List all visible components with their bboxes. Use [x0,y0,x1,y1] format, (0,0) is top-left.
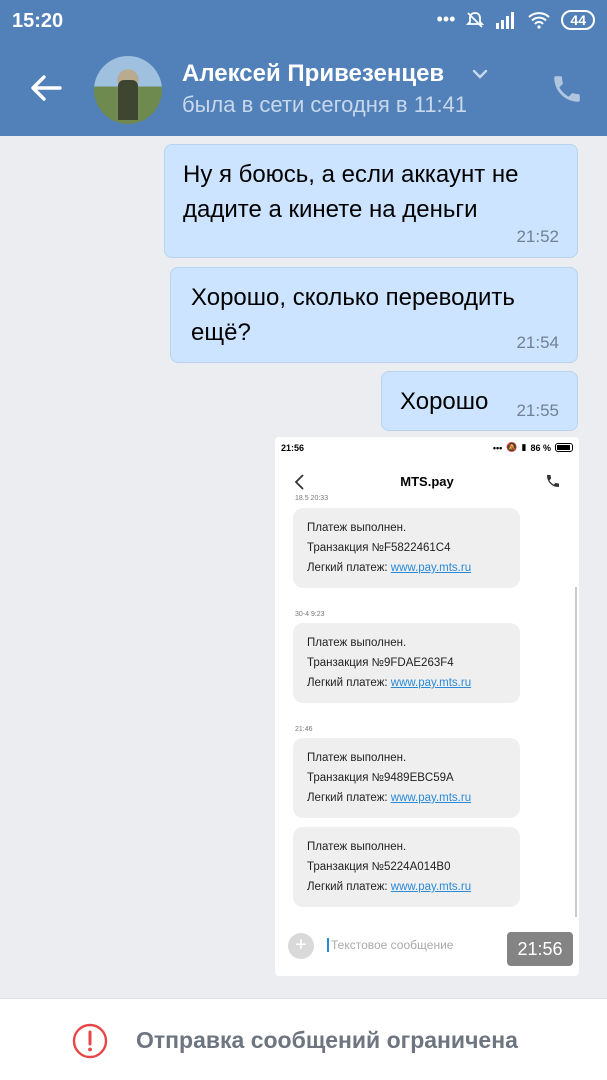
sms-line: Транзакция №9489EBC59A [307,772,454,784]
plus-icon: + [288,933,314,959]
sms-label: Легкий платеж: [307,562,391,574]
warning-icon [72,1023,108,1059]
message-text: Хорошо, сколько переводить ещё? [191,284,515,346]
signal-icon [496,11,515,29]
battery-indicator: 44 [561,9,595,30]
sms-line: Платеж выполнен. [307,522,407,534]
message-time: 21:55 [516,401,559,420]
sms-bubble: Платеж выполнен. Транзакция №5224A014B0 … [293,827,520,907]
sms-date: 30-4 9:23 [295,611,325,618]
image-attachment[interactable]: 21:56 ••• 🔕 ▮ 86 % MTS.pay 18.5 20:33 Пл… [275,437,579,976]
avatar-figure [118,80,138,120]
avatar[interactable] [94,56,162,124]
phone-icon [547,475,559,487]
sms-line: Транзакция №5224A014B0 [307,861,451,873]
muted-bell-icon: 🔕 [506,442,518,452]
message-time: 21:52 [516,227,559,246]
chevron-down-icon[interactable] [470,64,490,84]
sms-bubble: Платеж выполнен. Транзакция №9489EBC59A … [293,738,520,818]
battery-icon [555,443,573,452]
status-bar: 15:20 ••• 44 [0,0,607,42]
screenshot-status-icons: ••• 🔕 ▮ 86 % [493,442,573,453]
dots-icon: ••• [436,9,456,29]
sms-link: www.pay.mts.ru [390,881,472,893]
phone-icon[interactable] [550,72,584,106]
back-arrow-icon[interactable] [26,68,66,108]
screenshot-title: MTS.pay [400,474,454,489]
message-text: Ну я боюсь, а если аккаунт не дадите а к… [183,161,519,223]
sms-line: Транзакция №F5822461C4 [307,542,451,554]
sms-line: Легкий платеж: www.pay.mts.ru [307,788,506,808]
screenshot-status-bar: 21:56 ••• 🔕 ▮ 86 % [275,437,579,459]
message-bubble[interactable]: Хорошо 21:55 [381,371,578,431]
sms-label: Легкий платеж: [307,792,391,804]
screenshot-battery-text: 86 % [530,442,551,453]
screenshot-input-placeholder: Текстовое сообщение [327,938,453,952]
sms-line: Платеж выполнен. [307,637,407,649]
sms-label: Легкий платеж: [307,881,391,893]
sms-line: Легкий платеж: www.pay.mts.ru [307,673,506,693]
sms-bubble: Платеж выполнен. Транзакция №F5822461C4 … [293,508,520,588]
screenshot-status-time: 21:56 [281,443,305,453]
sms-line: Платеж выполнен. [307,841,407,853]
dots-icon: ••• [492,442,503,453]
restriction-bar: Отправка сообщений ограничена [0,998,607,1080]
screenshot-scrollbar [575,587,577,917]
signal-icon: ▮ [521,442,527,452]
sms-link: www.pay.mts.ru [390,677,472,689]
message-time: 21:54 [516,333,559,352]
attachment-time: 21:56 [507,932,573,966]
sms-date: 18.5 20:33 [295,495,329,502]
status-icons: ••• 44 [437,9,595,30]
wifi-icon [528,11,551,29]
restriction-notice: Отправка сообщений ограничена [136,1027,518,1053]
contact-name[interactable]: Алексей Привезенцев [182,60,444,88]
message-bubble[interactable]: Хорошо, сколько переводить ещё? 21:54 [170,267,578,363]
contact-status: была в сети сегодня в 11:41 [182,92,468,117]
sms-line: Легкий платеж: www.pay.mts.ru [307,558,506,578]
sms-link: www.pay.mts.ru [390,562,472,574]
message-list[interactable]: Ну я боюсь, а если аккаунт не дадите а к… [0,136,607,998]
muted-bell-icon [466,11,485,28]
status-time: 15:20 [12,10,64,32]
sms-label: Легкий платеж: [307,677,391,689]
sms-line: Транзакция №9FDAE263F4 [307,657,454,669]
sms-line: Легкий платеж: www.pay.mts.ru [307,877,506,897]
sms-link: www.pay.mts.ru [390,792,472,804]
sms-bubble: Платеж выполнен. Транзакция №9FDAE263F4 … [293,623,520,703]
chat-header: Алексей Привезенцев была в сети сегодня … [0,42,607,136]
sms-line: Платеж выполнен. [307,752,407,764]
message-bubble[interactable]: Ну я боюсь, а если аккаунт не дадите а к… [164,144,578,258]
sms-date: 21:46 [295,726,313,733]
